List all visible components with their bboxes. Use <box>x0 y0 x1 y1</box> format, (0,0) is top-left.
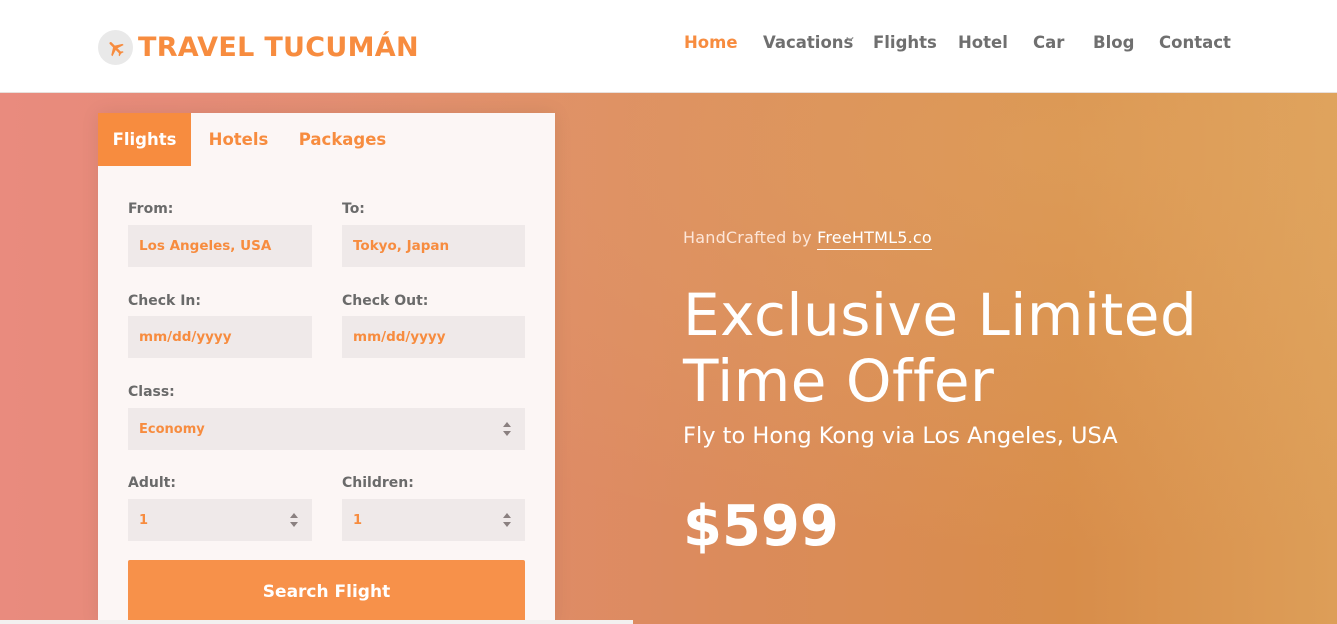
adult-label: Adult: <box>128 475 176 491</box>
nav-home[interactable]: Home <box>684 33 738 52</box>
scroll-indicator <box>0 620 633 624</box>
nav-contact[interactable]: Contact <box>1159 33 1231 52</box>
chevron-down-icon[interactable] <box>846 33 854 46</box>
booking-panel: Flights Hotels Packages From: To: Check … <box>98 113 555 624</box>
children-value: 1 <box>353 512 363 528</box>
nav-flights[interactable]: Flights <box>873 33 937 52</box>
offer-price: $599 <box>683 494 839 559</box>
nav-blog[interactable]: Blog <box>1093 33 1134 52</box>
search-flight-button[interactable]: Search Flight <box>128 560 525 624</box>
children-label: Children: <box>342 475 414 491</box>
from-label: From: <box>128 201 174 217</box>
credit-link[interactable]: FreeHTML5.co <box>817 228 932 250</box>
offer-title: Exclusive Limited Time Offer <box>683 281 1198 415</box>
class-label: Class: <box>128 384 175 400</box>
children-select[interactable]: 1 <box>342 499 525 541</box>
check-out-input[interactable] <box>353 329 514 345</box>
check-out-label: Check Out: <box>342 293 429 309</box>
class-value: Economy <box>139 421 205 437</box>
to-input[interactable] <box>353 238 514 254</box>
tab-flights[interactable]: Flights <box>98 113 191 166</box>
booking-tabs: Flights Hotels Packages <box>98 113 555 166</box>
credit-line: HandCrafted by FreeHTML5.co <box>683 228 932 250</box>
class-select[interactable]: Economy <box>128 408 525 450</box>
main-nav: Home Vacations Flights Hotel Car Blog Co… <box>0 33 1337 57</box>
to-field[interactable] <box>342 225 525 267</box>
select-arrows-icon <box>503 422 511 436</box>
check-in-label: Check In: <box>128 293 201 309</box>
nav-hotel[interactable]: Hotel <box>958 33 1008 52</box>
nav-car[interactable]: Car <box>1033 33 1064 52</box>
check-in-field[interactable] <box>128 316 312 358</box>
select-arrows-icon <box>503 513 511 527</box>
select-arrows-icon <box>290 513 298 527</box>
check-out-field[interactable] <box>342 316 525 358</box>
from-input[interactable] <box>139 238 301 254</box>
credit-prefix: HandCrafted by <box>683 228 812 247</box>
check-in-input[interactable] <box>139 329 301 345</box>
to-label: To: <box>342 201 365 217</box>
adult-select[interactable]: 1 <box>128 499 312 541</box>
tab-packages[interactable]: Packages <box>294 113 391 166</box>
nav-vacations[interactable]: Vacations <box>763 33 853 52</box>
site-header: TRAVEL TUCUMÁN Home Vacations Flights Ho… <box>0 0 1337 93</box>
offer-subtitle: Fly to Hong Kong via Los Angeles, USA <box>683 423 1118 449</box>
tab-hotels[interactable]: Hotels <box>199 113 278 166</box>
adult-value: 1 <box>139 512 149 528</box>
from-field[interactable] <box>128 225 312 267</box>
